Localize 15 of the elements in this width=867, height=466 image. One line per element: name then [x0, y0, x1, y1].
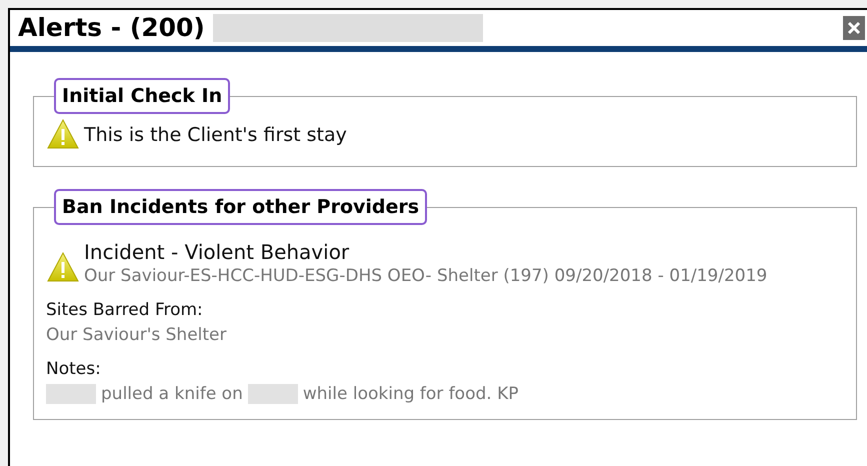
section-title: Ban Incidents for other Providers: [54, 189, 428, 225]
window-title: Alerts - (200): [18, 12, 205, 44]
incident-title: Incident - Violent Behavior: [84, 239, 350, 265]
section-title: Initial Check In: [54, 78, 230, 114]
incident-detail: Our Saviour-ES-HCC-HUD-ESG-DHS OEO- Shelter (197) 09/20/2018 - 01/19/2019: [84, 265, 768, 287]
field-label: Notes:: [46, 358, 102, 380]
close-button[interactable]: [843, 16, 865, 40]
close-icon: [847, 21, 861, 35]
redacted-block: [248, 384, 298, 404]
field-label: Sites Barred From:: [46, 299, 204, 321]
note-text: Our Saviour's Shelter: [46, 324, 227, 346]
note-text: pulled a knife on: [101, 383, 243, 405]
note-text: while looking for food. KP: [302, 383, 518, 405]
redacted-block: [46, 384, 96, 404]
alert-message: This is the Client's first stay: [84, 122, 347, 148]
